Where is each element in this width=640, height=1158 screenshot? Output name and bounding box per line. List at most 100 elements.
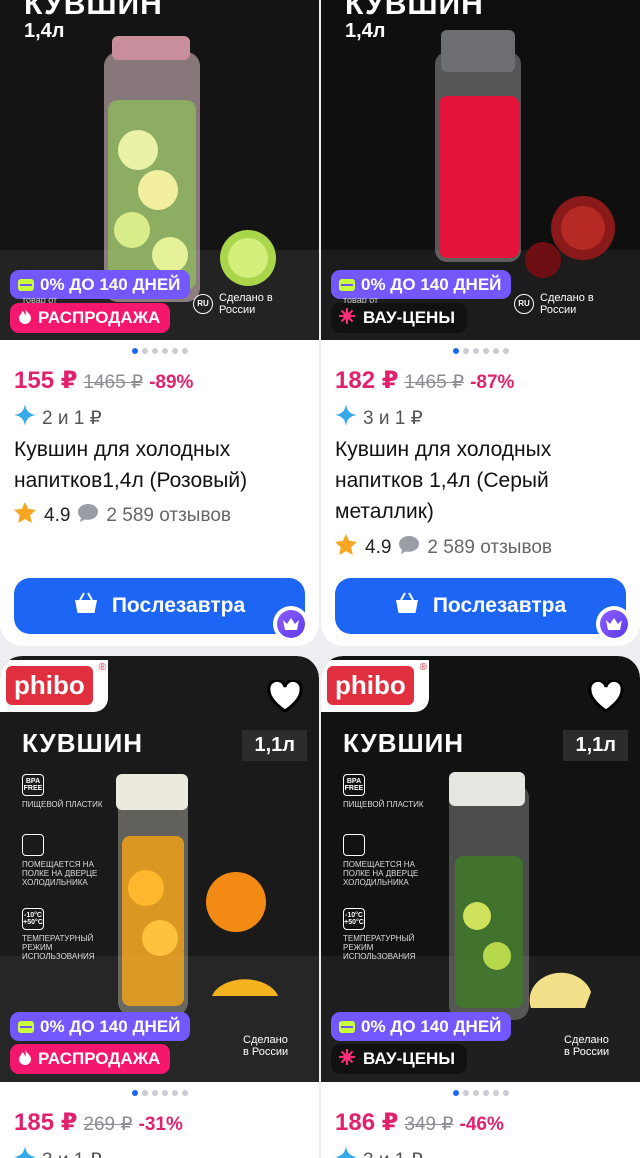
rating-row: 4.9 2 589 отзывов (335, 534, 552, 561)
current-price: 186 ₽ (335, 1109, 399, 1136)
promo-label: ВАУ-ЦЕНЫ (363, 1049, 455, 1068)
split-sparkle-icon (14, 1146, 36, 1158)
promo-label: ВАУ-ЦЕНЫ (363, 308, 455, 327)
photo-title: КУВШИН (24, 0, 163, 21)
fridge-icon (343, 834, 365, 856)
basket-icon (395, 592, 419, 620)
split-label: 3 и 1 ₽ (363, 1149, 423, 1158)
buy-button[interactable]: Послезавтра (335, 578, 626, 634)
origin-info: RU Сделано в России (514, 292, 616, 316)
card-icon (18, 278, 34, 291)
rating-score: 4.9 (365, 536, 392, 558)
product-grid: КУВШИН 1,4л 0% ДО 140 ДНЕЙ товар от РАСП… (0, 0, 640, 1158)
buy-button-label: Послезавтра (432, 594, 567, 617)
current-price: 185 ₽ (14, 1109, 78, 1136)
brand-name: phibo (6, 666, 93, 705)
card-icon (339, 278, 355, 291)
star-icon (335, 534, 357, 561)
bpa-free-icon: BPA FREE (343, 774, 365, 796)
ru-icon: RU (193, 294, 213, 314)
current-price: 155 ₽ (14, 367, 78, 394)
origin-label: Сделано в России (564, 1034, 610, 1058)
heart-icon (588, 680, 624, 712)
split-label: 3 и 1 ₽ (363, 407, 423, 429)
reviews-count[interactable]: 2 589 отзывов (106, 505, 231, 527)
feature-fridge: ПОМЕЩАЕТСЯ НА ПОЛКЕ НА ДВЕРЦЕ ХОЛОДИЛЬНИ… (22, 834, 114, 887)
registered-mark: ® (98, 662, 106, 673)
card-icon (18, 1020, 34, 1033)
rating-score: 4.9 (44, 504, 71, 526)
wow-badge: ВАУ-ЦЕНЫ (331, 303, 467, 333)
photo-title: КУВШИН (345, 0, 484, 21)
product-card[interactable]: КУВШИН 1,4л 0% ДО 140 ДНЕЙ товар от ВАУ-… (321, 0, 640, 646)
split-payment: 3 и 1 ₽ (335, 1146, 423, 1158)
flame-icon (18, 307, 32, 329)
heart-icon (267, 680, 303, 712)
old-price: 1465 ₽ (404, 372, 465, 393)
origin-label: Сделано в России (540, 292, 594, 316)
brand-logo: phibo ® (0, 660, 108, 712)
split-label: 2 и 1 ₽ (42, 407, 102, 429)
product-photo[interactable]: phibo ® КУВШИН 1,1л BPA FREE ПИЩЕВОЙ ПЛА… (0, 656, 319, 1082)
sale-badge: РАСПРОДАЖА (10, 303, 171, 333)
feature-label: ПОМЕЩАЕТСЯ НА ПОЛКЕ НА ДВЕРЦЕ ХОЛОДИЛЬНИ… (22, 860, 98, 887)
photo-title: КУВШИН (343, 728, 465, 758)
old-price: 1465 ₽ (83, 372, 144, 393)
buy-button[interactable]: Послезавтра (14, 578, 305, 634)
star-icon (14, 502, 36, 529)
feature-label: ТЕМПЕРАТУРНЫЙ РЕЖИМ ИСПОЛЬЗОВАНИЯ (343, 934, 416, 961)
feature-label: ТЕМПЕРАТУРНЫЙ РЕЖИМ ИСПОЛЬЗОВАНИЯ (22, 934, 95, 961)
wow-badge: ВАУ-ЦЕНЫ (331, 1044, 467, 1074)
bpa-free-icon: BPA FREE (22, 774, 44, 796)
current-price: 182 ₽ (335, 367, 399, 394)
promo-label: РАСПРОДАЖА (38, 308, 161, 327)
photo-volume: 1,4л (24, 20, 65, 42)
crown-icon (273, 606, 309, 642)
split-sparkle-icon (14, 404, 36, 432)
photo-pagination[interactable] (321, 1090, 640, 1096)
installment-label: 0% ДО 140 ДНЕЙ (361, 1016, 502, 1036)
brand-name: phibo (327, 666, 414, 705)
price-row: 155 ₽ 1465 ₽ -89% (14, 366, 193, 395)
price-row: 186 ₽ 349 ₽ -46% (335, 1108, 504, 1137)
photo-volume: 1,1л (563, 730, 628, 761)
product-photo[interactable]: КУВШИН 1,4л 0% ДО 140 ДНЕЙ товар от РАСП… (0, 0, 319, 340)
comment-icon (78, 503, 99, 528)
product-card[interactable]: phibo ® КУВШИН 1,1л BPA FREE ПИЩЕВОЙ ПЛА… (321, 656, 640, 1158)
origin-label: Сделано в России (243, 1034, 289, 1058)
promo-label: РАСПРОДАЖА (38, 1049, 161, 1068)
old-price: 349 ₽ (404, 1114, 454, 1135)
price-row: 182 ₽ 1465 ₽ -87% (335, 366, 514, 395)
sale-badge: РАСПРОДАЖА (10, 1044, 171, 1074)
origin-label: Сделано в России (219, 292, 273, 316)
photo-pagination[interactable] (0, 1090, 319, 1096)
origin-info: Сделано в России (243, 1034, 295, 1058)
product-card[interactable]: КУВШИН 1,4л 0% ДО 140 ДНЕЙ товар от РАСП… (0, 0, 319, 646)
photo-title: КУВШИН (22, 728, 144, 758)
card-icon (339, 1020, 355, 1033)
discount: -87% (470, 372, 515, 393)
old-price: 269 ₽ (83, 1114, 133, 1135)
installment-label: 0% ДО 140 ДНЕЙ (40, 274, 181, 294)
flame-icon (18, 1048, 32, 1070)
product-title[interactable]: Кувшин для холодных напитков1,4л (Розовы… (14, 434, 306, 496)
product-photo[interactable]: КУВШИН 1,4л 0% ДО 140 ДНЕЙ товар от ВАУ-… (321, 0, 640, 340)
favorite-button[interactable] (586, 676, 626, 716)
product-title[interactable]: Кувшин для холодных напитков 1,4л (Серый… (335, 434, 627, 527)
split-payment: 3 и 1 ₽ (14, 1146, 102, 1158)
fridge-icon (22, 834, 44, 856)
comment-icon (399, 535, 420, 560)
split-sparkle-icon (335, 1146, 357, 1158)
favorite-button[interactable] (265, 676, 305, 716)
reviews-count[interactable]: 2 589 отзывов (427, 537, 552, 559)
feature-bpa: BPA FREE ПИЩЕВОЙ ПЛАСТИК (343, 774, 435, 809)
split-payment: 2 и 1 ₽ (14, 404, 102, 432)
photo-pagination[interactable] (321, 348, 640, 354)
product-photo[interactable]: phibo ® КУВШИН 1,1л BPA FREE ПИЩЕВОЙ ПЛА… (321, 656, 640, 1082)
installment-badge: 0% ДО 140 ДНЕЙ (10, 1012, 191, 1041)
product-card[interactable]: phibo ® КУВШИН 1,1л BPA FREE ПИЩЕВОЙ ПЛА… (0, 656, 319, 1158)
origin-info: Сделано в России (564, 1034, 616, 1058)
photo-pagination[interactable] (0, 348, 319, 354)
discount: -89% (149, 372, 194, 393)
sparkle-icon (339, 1048, 355, 1070)
